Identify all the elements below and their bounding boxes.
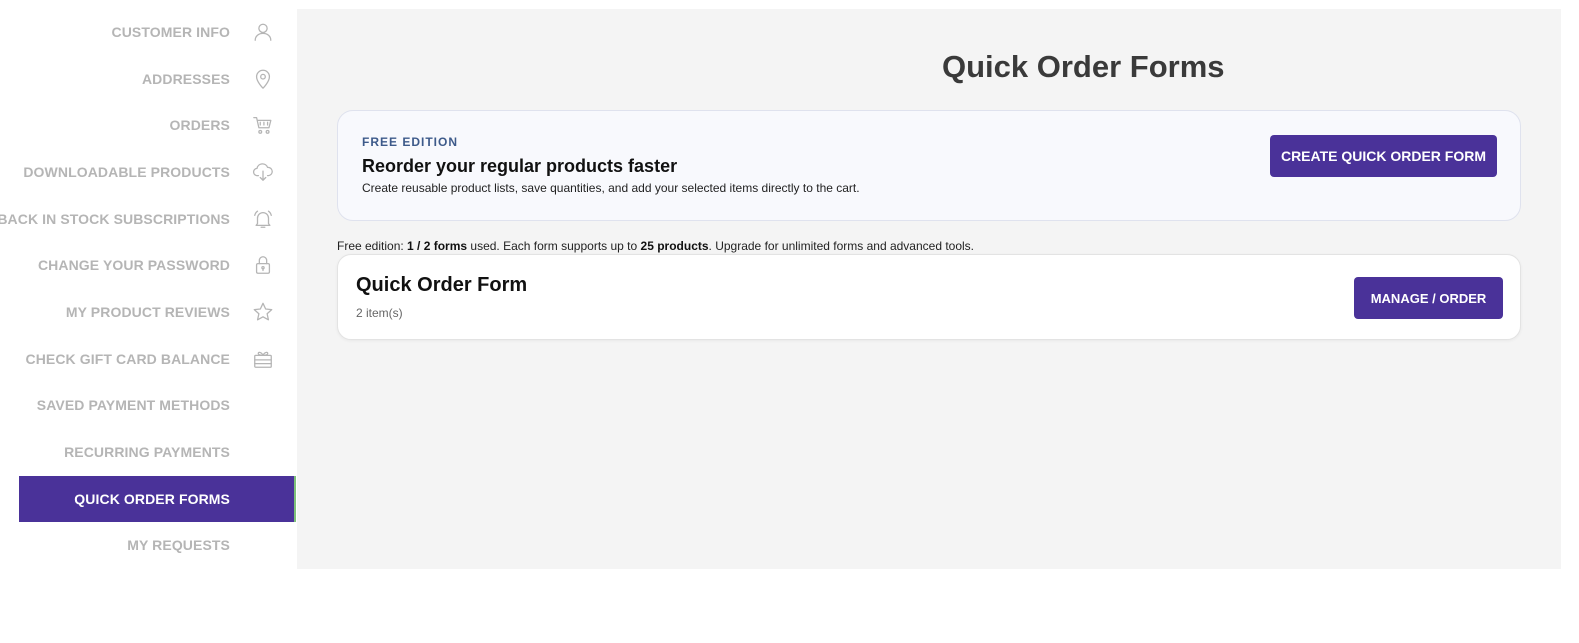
sidebar-item-change-password[interactable]: CHANGE YOUR PASSWORD: [19, 242, 296, 288]
sidebar-item-label: BACK IN STOCK SUBSCRIPTIONS: [0, 211, 230, 227]
map-pin-icon: [252, 68, 274, 90]
sidebar-item-downloadable-products[interactable]: DOWNLOADABLE PRODUCTS: [19, 149, 296, 195]
sidebar-item-my-requests[interactable]: MY REQUESTS: [19, 522, 296, 568]
banner-headline: Reorder your regular products faster: [362, 156, 678, 176]
sidebar-item-back-in-stock[interactable]: BACK IN STOCK SUBSCRIPTIONS: [0, 196, 296, 242]
sidebar-item-orders[interactable]: ORDERS: [19, 102, 296, 148]
cart-icon: [252, 114, 274, 136]
sidebar-item-label: MY REQUESTS: [127, 537, 230, 553]
sidebar-item-quick-order-forms[interactable]: QUICK ORDER FORMS: [19, 476, 296, 522]
sidebar-item-label: CHANGE YOUR PASSWORD: [37, 257, 230, 273]
account-sidebar: CUSTOMER INFO ADDRESSES ORDERS DOWNLOADA…: [0, 9, 297, 569]
sidebar-item-label: ORDERS: [169, 117, 230, 133]
sidebar-item-label: CHECK GIFT CARD BALANCE: [25, 351, 230, 367]
forms-used-count: 1 / 2 forms: [407, 239, 468, 253]
sidebar-item-label: MY PRODUCT REVIEWS: [65, 304, 230, 320]
sidebar-item-label: QUICK ORDER FORMS: [74, 491, 230, 507]
sidebar-item-addresses[interactable]: ADDRESSES: [19, 56, 296, 102]
sidebar-item-product-reviews[interactable]: MY PRODUCT REVIEWS: [19, 289, 296, 335]
sidebar-item-gift-card-balance[interactable]: CHECK GIFT CARD BALANCE: [19, 336, 296, 382]
product-limit: 25 products: [640, 239, 709, 253]
usage-note: Free edition: 1 / 2 forms used. Each for…: [337, 239, 975, 253]
sidebar-item-recurring-payments[interactable]: RECURRING PAYMENTS: [19, 429, 296, 475]
gift-icon: [252, 348, 274, 370]
sidebar-item-label: DOWNLOADABLE PRODUCTS: [23, 164, 230, 180]
sidebar-item-label: ADDRESSES: [141, 71, 230, 87]
create-quick-order-form-button[interactable]: CREATE QUICK ORDER FORM: [1270, 135, 1497, 177]
sidebar-item-customer-info[interactable]: CUSTOMER INFO: [19, 9, 296, 55]
quick-order-form-card: Quick Order Form 2 item(s) MANAGE / ORDE…: [337, 254, 1521, 340]
bell-icon: [252, 208, 274, 230]
manage-order-button[interactable]: MANAGE / ORDER: [1354, 277, 1503, 319]
main-content: Quick Order Forms FREE EDITION Reorder y…: [297, 9, 1561, 569]
sidebar-item-label: SAVED PAYMENT METHODS: [36, 397, 230, 413]
lock-icon: [252, 254, 274, 276]
banner-description: Create reusable product lists, save quan…: [362, 181, 860, 195]
edition-badge: FREE EDITION: [362, 135, 459, 149]
star-icon: [252, 301, 274, 323]
sidebar-item-label: CUSTOMER INFO: [111, 24, 230, 40]
form-item-count: 2 item(s): [356, 306, 403, 320]
sidebar-item-label: RECURRING PAYMENTS: [64, 444, 230, 460]
form-name: Quick Order Form: [356, 274, 528, 296]
sidebar-item-saved-payment-methods[interactable]: SAVED PAYMENT METHODS: [19, 382, 296, 428]
page-title: Quick Order Forms: [942, 49, 1225, 84]
user-icon: [252, 21, 274, 43]
free-edition-banner: FREE EDITION Reorder your regular produc…: [337, 110, 1521, 221]
cloud-download-icon: [252, 161, 274, 183]
